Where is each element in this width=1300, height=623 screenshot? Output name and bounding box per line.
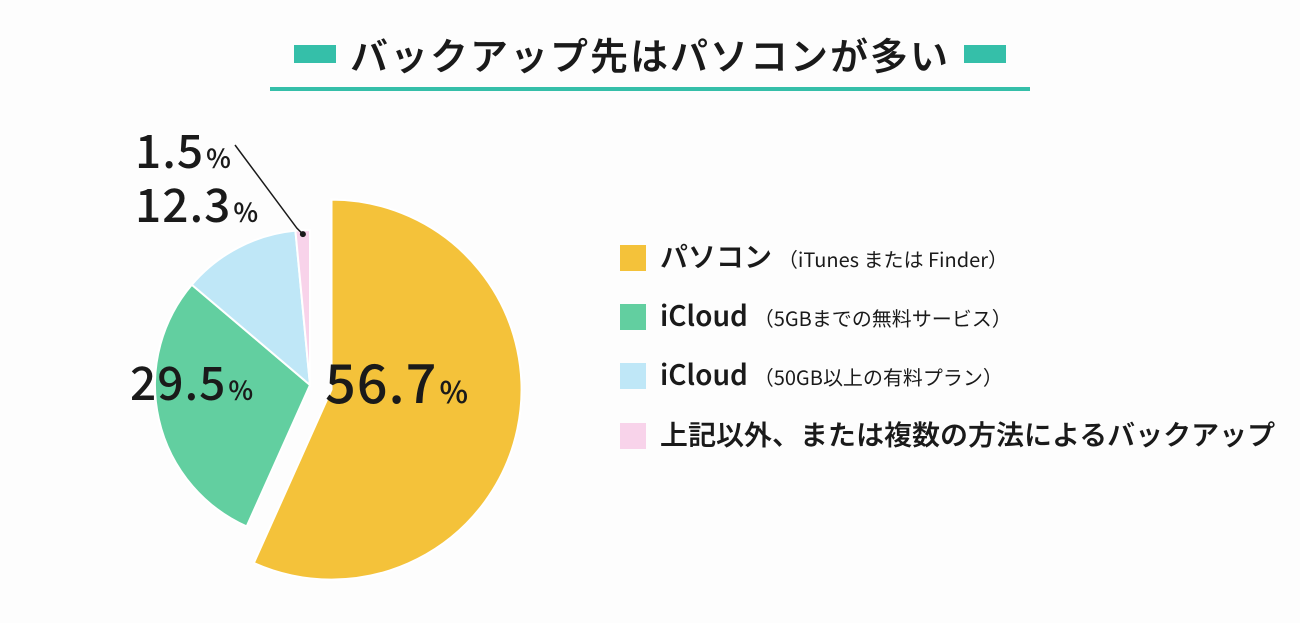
chart-title-text: バックアップ先はパソコンが多い (350, 26, 950, 81)
pie-label-0: 56.7% (325, 340, 468, 419)
legend-item-1: iCloud （5GBまでの無料サービス） (620, 289, 1275, 342)
pie-label-3: 1.5% (135, 116, 231, 182)
pie-label-3-value: 1.5 (135, 116, 204, 182)
legend: パソコン （iTunes または Finder） iCloud （5GBまでの無… (620, 230, 1275, 467)
percent-symbol: % (439, 368, 468, 412)
title-accent-right (964, 45, 1006, 63)
percent-symbol: % (233, 193, 258, 230)
legend-sublabel-1: （5GBまでの無料サービス） (754, 303, 1012, 332)
legend-label-1: iCloud (660, 295, 748, 335)
legend-label-0: パソコン (660, 236, 772, 276)
chart-title: バックアップ先はパソコンが多い (0, 26, 1300, 91)
pie-chart: 56.7% 29.5% 12.3% 1.5% (80, 110, 550, 610)
legend-swatch-0 (620, 245, 646, 271)
legend-label-3: 上記以外、または複数の方法によるバックアップ (660, 414, 1275, 454)
callout-dot (300, 231, 306, 237)
legend-swatch-3 (620, 423, 646, 449)
title-accent-left (294, 45, 336, 63)
legend-swatch-1 (620, 304, 646, 330)
title-underline (270, 87, 1030, 91)
percent-symbol: % (206, 139, 231, 176)
legend-item-2: iCloud （50GB以上の有料プラン） (620, 348, 1275, 401)
legend-swatch-2 (620, 363, 646, 389)
legend-label-2: iCloud (660, 354, 748, 394)
pie-label-1: 29.5% (130, 348, 253, 414)
legend-item-0: パソコン （iTunes または Finder） (620, 230, 1275, 283)
legend-sublabel-2: （50GB以上の有料プラン） (754, 362, 1003, 391)
legend-sublabel-0: （iTunes または Finder） (778, 244, 1008, 273)
percent-symbol: % (228, 371, 253, 408)
pie-label-0-value: 56.7 (325, 340, 437, 419)
legend-item-3: 上記以外、または複数の方法によるバックアップ (620, 408, 1275, 461)
pie-label-1-value: 29.5 (130, 348, 226, 414)
